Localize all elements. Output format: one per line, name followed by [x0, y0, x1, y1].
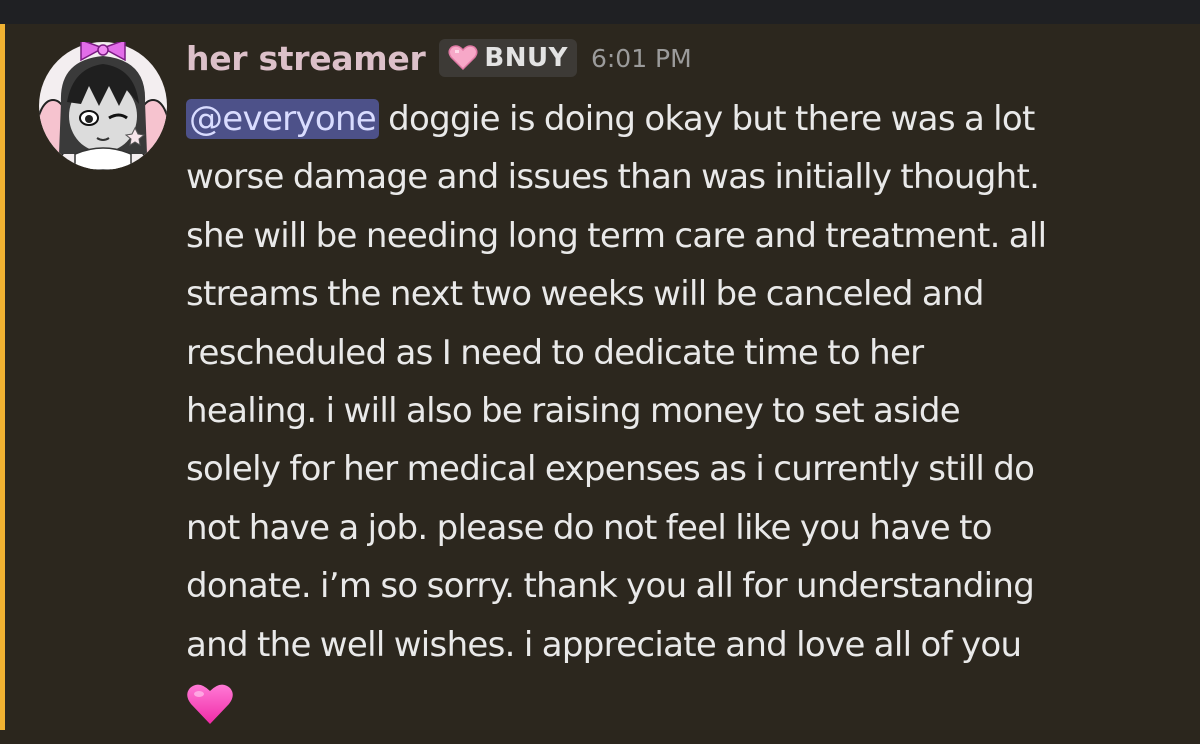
message-line: not have a job. please do not feel like … [186, 507, 993, 548]
message-header: her streamer BNUY 6:01 PM [186, 34, 692, 82]
chat-message[interactable]: her streamer BNUY 6:01 PM @everyone dogg… [5, 24, 1200, 730]
message-line: streams the next two weeks will be cance… [186, 274, 984, 315]
everyone-mention[interactable]: @everyone [186, 99, 380, 139]
avatar-anime-girl-icon [39, 38, 167, 170]
pink-heart-icon [448, 45, 478, 71]
message-emoji-line [186, 674, 1176, 732]
message-content: @everyone doggie is doing okay but there… [186, 90, 1176, 732]
role-tag[interactable]: BNUY [439, 39, 577, 77]
message-line: worse damage and issues than was initial… [186, 157, 1040, 198]
pink-heart-emoji-icon[interactable] [186, 682, 234, 726]
username[interactable]: her streamer [186, 39, 426, 78]
message-line: @everyone doggie is doing okay but there… [186, 90, 1176, 148]
top-bar [0, 0, 1200, 24]
message-timestamp[interactable]: 6:01 PM [591, 44, 692, 73]
user-avatar[interactable] [39, 38, 167, 170]
message-line: healing. i will also be raising money to… [186, 390, 961, 431]
message-line: rescheduled as I need to dedicate time t… [186, 332, 924, 373]
role-tag-label: BNUY [484, 43, 568, 73]
message-line: donate. i’m so sorry. thank you all for … [186, 566, 1035, 607]
message-line: she will be needing long term care and t… [186, 215, 1047, 256]
message-line: and the well wishes. i appreciate and lo… [186, 624, 1022, 665]
message-line: solely for her medical expenses as i cur… [186, 449, 1035, 490]
message-line-text: doggie is doing okay but there was a lot [379, 99, 1035, 139]
